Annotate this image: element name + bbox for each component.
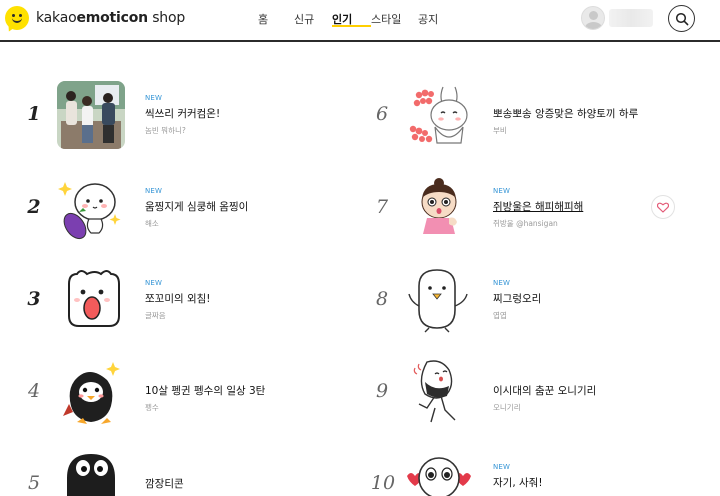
kakao-emoticon-shop-logo[interactable]: kakaoemoticon shop bbox=[5, 6, 186, 34]
new-badge: NEW bbox=[145, 94, 163, 102]
item-info: 이시대의 춤꾼 오니기리 오니기리 bbox=[493, 371, 653, 413]
ranking-item-3[interactable]: 3 NEW 쪼꼬미의 외침! 글짜음 bbox=[0, 266, 360, 346]
item-title[interactable]: 씩쓰리 커커컴온! bbox=[145, 106, 305, 121]
new-badge bbox=[493, 371, 653, 381]
emoticon-thumbnail-character[interactable] bbox=[57, 174, 125, 242]
ranking-item-2[interactable]: 2 NEW 움찡지게 심쿵해 옴찡이 해소 bbox=[0, 174, 360, 254]
emoticon-thumbnail-character[interactable] bbox=[405, 450, 473, 496]
new-badge: NEW bbox=[493, 279, 511, 287]
new-badge: NEW bbox=[145, 279, 163, 287]
new-badge: NEW bbox=[145, 187, 163, 195]
rank-number: 2 bbox=[27, 196, 41, 218]
emoticon-thumbnail-character[interactable] bbox=[57, 450, 125, 496]
emoticon-thumbnail-photo[interactable] bbox=[57, 81, 125, 149]
emoticon-thumbnail-duck[interactable] bbox=[405, 266, 473, 334]
new-badge bbox=[493, 94, 653, 104]
ranking-item-9[interactable]: 9 이시대의 춤꾼 오니기리 오니기리 bbox=[360, 358, 720, 438]
nav-notice[interactable]: 공지 bbox=[418, 0, 448, 40]
item-info: 뽀송뽀송 앙증맞은 하양토끼 하루 부비 bbox=[493, 94, 653, 136]
item-title[interactable]: 뽀송뽀송 앙증맞은 하양토끼 하루 bbox=[493, 106, 653, 121]
emoticon-thumbnail-onigiri[interactable] bbox=[405, 358, 473, 426]
main-nav: 홈 신규 인기 스타일 공지 bbox=[258, 0, 448, 40]
item-title[interactable]: 찌그렁오리 bbox=[493, 291, 653, 306]
kakao-smile-logo-icon bbox=[5, 6, 29, 34]
nav-new[interactable]: 신규 bbox=[294, 0, 332, 40]
user-avatar-icon[interactable] bbox=[581, 6, 605, 30]
item-info: 10살 펭귄 펭수의 일상 3탄 펭수 bbox=[145, 371, 305, 413]
item-author[interactable]: 오니기리 bbox=[493, 402, 653, 413]
item-info: NEW 쪼꼬미의 외침! 글짜음 bbox=[145, 279, 305, 321]
nav-style[interactable]: 스타일 bbox=[371, 0, 418, 40]
emoticon-thumbnail-character[interactable] bbox=[57, 266, 125, 334]
nav-home[interactable]: 홈 bbox=[258, 0, 294, 40]
item-info: NEW 찌그렁오리 엽엽 bbox=[493, 279, 653, 321]
item-author[interactable]: 글짜음 bbox=[145, 310, 305, 321]
emoticon-thumbnail-girl[interactable] bbox=[405, 174, 473, 242]
emoticon-thumbnail-rabbit[interactable] bbox=[405, 81, 473, 149]
rank-number: 8 bbox=[375, 288, 389, 310]
item-author[interactable]: 펭수 bbox=[145, 402, 305, 413]
item-title[interactable]: 쪼꼬미의 외침! bbox=[145, 291, 305, 306]
like-button[interactable] bbox=[651, 195, 675, 219]
new-badge: NEW bbox=[493, 187, 511, 195]
ranking-item-1[interactable]: 1 NEW 씩쓰리 커커컴온! 놈빈 뭐하니? bbox=[0, 81, 360, 161]
rank-number: 7 bbox=[375, 196, 389, 218]
item-info: NEW 자기, 사줘! bbox=[493, 463, 653, 490]
rank-number: 3 bbox=[27, 288, 41, 310]
item-author[interactable]: 쥐방울 @hansigan bbox=[493, 218, 653, 229]
logo-text: kakaoemoticon shop bbox=[36, 10, 186, 26]
heart-icon bbox=[657, 202, 669, 213]
ranking-item-7[interactable]: 7 NEW 쥐방울은 해피해피해 쥐방울 @hansigan bbox=[360, 174, 720, 254]
item-title[interactable]: 움찡지게 심쿵해 옴찡이 bbox=[145, 199, 305, 214]
new-badge: NEW bbox=[493, 463, 511, 471]
ranking-item-8[interactable]: 8 NEW 찌그렁오리 엽엽 bbox=[360, 266, 720, 346]
item-author[interactable]: 놈빈 뭐하니? bbox=[145, 125, 305, 136]
ranking-item-10[interactable]: 10 NEW 자기, 사줘! bbox=[360, 450, 720, 496]
item-author[interactable]: 부비 bbox=[493, 125, 653, 136]
nav-popular[interactable]: 인기 bbox=[332, 0, 371, 40]
new-badge bbox=[145, 371, 305, 381]
search-icon bbox=[675, 12, 688, 25]
user-profile[interactable] bbox=[581, 6, 653, 30]
search-button[interactable] bbox=[668, 5, 695, 32]
item-info: NEW 씩쓰리 커커컴온! 놈빈 뭐하니? bbox=[145, 94, 305, 136]
item-title[interactable]: 쥐방울은 해피해피해 bbox=[493, 199, 653, 214]
ranking-item-5[interactable]: 5 깜장티콘 bbox=[0, 450, 360, 496]
ranking-item-4[interactable]: 4 10살 펭귄 펭수의 일상 3탄 펭수 bbox=[0, 358, 360, 438]
top-header: kakaoemoticon shop 홈 신규 인기 스타일 공지 bbox=[0, 0, 720, 42]
ranking-item-6[interactable]: 6 뽀송뽀송 앙증맞은 하양토끼 하루 부비 bbox=[360, 81, 720, 161]
rank-number: 5 bbox=[27, 472, 41, 494]
rank-number: 6 bbox=[375, 103, 389, 125]
rank-number: 1 bbox=[27, 103, 41, 125]
blurred-username bbox=[609, 9, 653, 27]
item-author[interactable]: 엽엽 bbox=[493, 310, 653, 321]
item-title[interactable]: 깜장티콘 bbox=[145, 476, 305, 491]
item-title[interactable]: 자기, 사줘! bbox=[493, 475, 653, 490]
rank-number: 10 bbox=[370, 472, 396, 494]
item-info: 깜장티콘 bbox=[145, 474, 305, 491]
item-title[interactable]: 이시대의 춤꾼 오니기리 bbox=[493, 383, 653, 398]
item-title[interactable]: 10살 펭귄 펭수의 일상 3탄 bbox=[145, 383, 305, 398]
rank-number: 9 bbox=[375, 380, 389, 402]
rank-number: 4 bbox=[27, 380, 41, 402]
emoticon-thumbnail-penguin[interactable] bbox=[57, 358, 125, 426]
item-info: NEW 쥐방울은 해피해피해 쥐방울 @hansigan bbox=[493, 187, 653, 229]
item-author[interactable]: 해소 bbox=[145, 218, 305, 229]
item-info: NEW 움찡지게 심쿵해 옴찡이 해소 bbox=[145, 187, 305, 229]
